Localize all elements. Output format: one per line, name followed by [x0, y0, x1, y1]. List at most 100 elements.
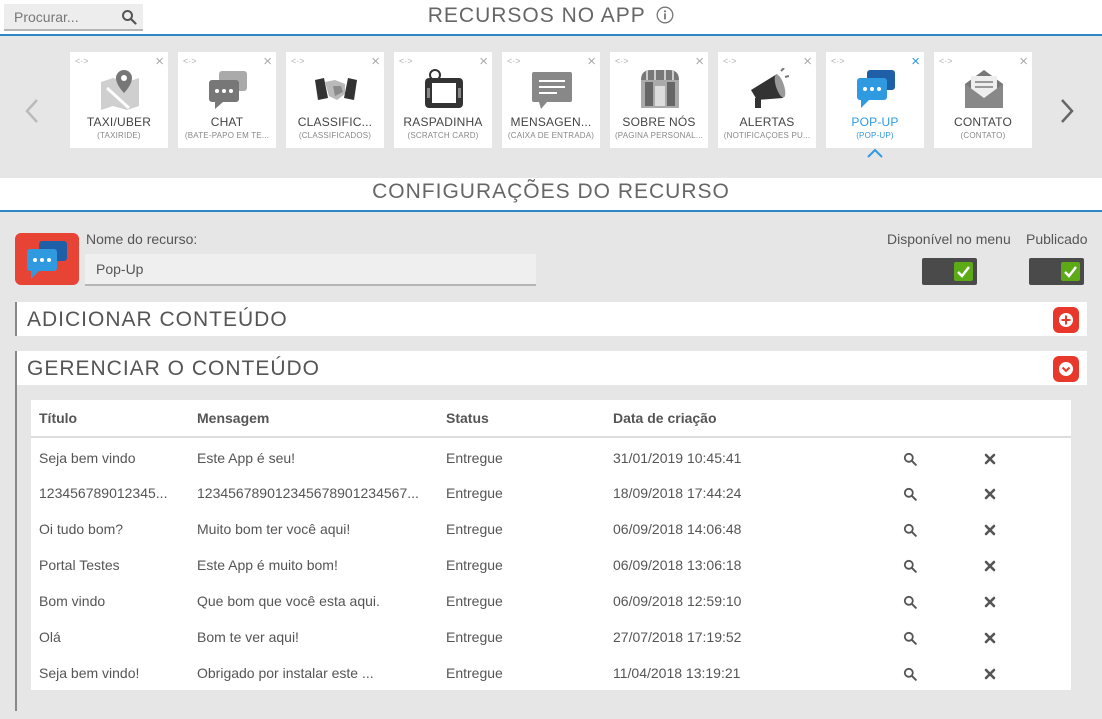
row-view-cell [903, 511, 983, 547]
plus-icon [1059, 313, 1073, 327]
row-message: 123456789012345678901234567... [197, 485, 419, 501]
row-delete-cell [983, 619, 1071, 655]
row-message: Que bom que você esta aqui. [197, 593, 380, 609]
row-message: Muito bom ter você aqui! [197, 521, 351, 537]
handshake-icon [315, 78, 357, 100]
delete-x-icon[interactable] [983, 523, 997, 537]
card-subtitle: (TAXIRIDE) [97, 131, 141, 140]
row-view-cell [903, 437, 983, 475]
delete-x-icon[interactable] [983, 631, 997, 645]
megaphone-icon [751, 68, 789, 108]
close-icon[interactable]: × [371, 54, 380, 69]
search-icon[interactable] [903, 487, 917, 501]
close-icon[interactable]: × [479, 54, 488, 69]
info-icon[interactable] [656, 6, 674, 24]
card-title: POP-UP [851, 115, 899, 129]
map-pin-icon [101, 70, 139, 110]
carousel-next-arrow-icon[interactable] [1059, 98, 1075, 124]
resource-name-input[interactable] [85, 254, 536, 286]
close-icon[interactable]: × [587, 54, 596, 69]
card-subtitle: (NOTIFICAÇOES PU... [723, 131, 811, 140]
search-icon[interactable] [903, 667, 917, 681]
add-content-title: ADICIONAR CONTEÚDO [27, 308, 288, 331]
close-icon[interactable]: × [695, 54, 704, 69]
delete-x-icon[interactable] [983, 452, 997, 466]
row-message: Bom te ver aqui! [197, 629, 299, 645]
resource-card-sobre-nos[interactable]: <·> × SOBRE NÓS (PAGINA PERSONAL... [610, 52, 708, 148]
search-icon[interactable] [903, 631, 917, 645]
collapse-button[interactable] [1053, 356, 1079, 382]
chevron-down-icon [1059, 362, 1073, 376]
table-row: Portal Testes Este App é muito bom! Entreg… [31, 547, 1071, 583]
close-icon[interactable]: × [911, 54, 920, 69]
manage-content-panel[interactable]: GERENCIAR O CONTEÚDO [15, 351, 1087, 385]
close-icon[interactable]: × [1019, 54, 1028, 69]
row-message: Este App é muito bom! [197, 557, 338, 573]
resource-card-pop-up[interactable]: <·> × POP-UP (POP-UP) [826, 52, 924, 158]
resource-icon[interactable] [15, 233, 79, 285]
embed-tag-icon: <·> [939, 56, 953, 66]
resource-card-raspadinha[interactable]: <·> × RASPADINHA (SCRATCH CARD) [394, 52, 492, 148]
delete-x-icon[interactable] [983, 559, 997, 573]
carousel-prev-arrow-icon[interactable] [24, 98, 40, 124]
delete-x-icon[interactable] [983, 667, 997, 681]
close-icon[interactable]: × [155, 54, 164, 69]
add-content-button[interactable] [1053, 307, 1079, 333]
storefront-icon [641, 70, 679, 108]
card-title: CHAT [210, 115, 244, 129]
resource-card-chat[interactable]: <·> × CHAT (BATE-PAPO EM TE... [178, 52, 276, 148]
card-title: CONTATO [953, 115, 1013, 129]
menu-available-label: Disponível no menu [887, 231, 1011, 247]
search-icon[interactable] [903, 559, 917, 573]
row-delete-cell [983, 475, 1071, 511]
panel-border [15, 385, 17, 711]
menu-available-toggle[interactable] [922, 258, 977, 285]
card-subtitle: (SCRATCH CARD) [407, 131, 479, 140]
selected-caret-icon [867, 148, 883, 158]
add-content-panel[interactable]: ADICIONAR CONTEÚDO [15, 302, 1087, 336]
resource-name-label: Nome do recurso: [86, 231, 198, 247]
resource-card-alertas[interactable]: <·> × ALERTAS (NOTIFICAÇOES PU... [718, 52, 816, 148]
row-status: Entregue [446, 665, 503, 681]
row-title: Portal Testes [39, 557, 120, 573]
row-date: 18/09/2018 17:44:24 [613, 485, 742, 501]
card-title: ALERTAS [739, 115, 795, 129]
row-status: Entregue [446, 629, 503, 645]
row-date: 06/09/2018 12:59:10 [613, 593, 742, 609]
resource-card-classificados[interactable]: <·> × CLASSIFIC... (CLASSIFICADOS) [286, 52, 384, 148]
resource-card-contato[interactable]: <·> × CONTATO (CONTATO) [934, 52, 1032, 148]
header-title[interactable]: Título [31, 400, 197, 438]
published-toggle[interactable] [1029, 258, 1084, 285]
search-icon[interactable] [903, 523, 917, 537]
table-row: Oi tudo bom? Muito bom ter você aqui! Entr… [31, 511, 1071, 547]
embed-tag-icon: <·> [183, 56, 197, 66]
card-subtitle: (POP-UP) [856, 131, 894, 140]
row-date: 06/09/2018 13:06:18 [613, 557, 742, 573]
card-subtitle: (BATE-PAPO EM TE... [184, 131, 270, 140]
embed-tag-icon: <·> [723, 56, 737, 66]
row-date: 11/04/2018 13:19:21 [613, 665, 741, 681]
row-date: 27/07/2018 17:19:52 [613, 629, 742, 645]
delete-x-icon[interactable] [983, 487, 997, 501]
row-title: 123456789012345... [39, 485, 168, 501]
search-icon[interactable] [903, 595, 917, 609]
row-view-cell [903, 583, 983, 619]
card-title: CLASSIFIC... [297, 115, 373, 129]
table-header-row: Título Mensagem Status Data de criação [31, 400, 1071, 438]
header-message[interactable]: Mensagem [197, 400, 446, 438]
check-icon [1061, 262, 1080, 281]
check-icon [954, 262, 973, 281]
header-date[interactable]: Data de criação [613, 400, 903, 438]
search-icon[interactable] [903, 452, 917, 466]
row-title: Bom vindo [39, 593, 106, 609]
popup-chat-icon [27, 241, 67, 279]
close-icon[interactable]: × [263, 54, 272, 69]
card-subtitle: (CAIXA DE ENTRADA) [507, 131, 595, 140]
resource-card-mensagens[interactable]: <·> × MENSAGEN... (CAIXA DE ENTRADA) [502, 52, 600, 148]
header-status[interactable]: Status [446, 400, 613, 438]
row-delete-cell [983, 511, 1071, 547]
delete-x-icon[interactable] [983, 595, 997, 609]
scratch-card-icon [425, 69, 463, 108]
close-icon[interactable]: × [803, 54, 812, 69]
resource-card-taxi[interactable]: <·> × TAXI/UBER (TAXIRIDE) [70, 52, 168, 148]
